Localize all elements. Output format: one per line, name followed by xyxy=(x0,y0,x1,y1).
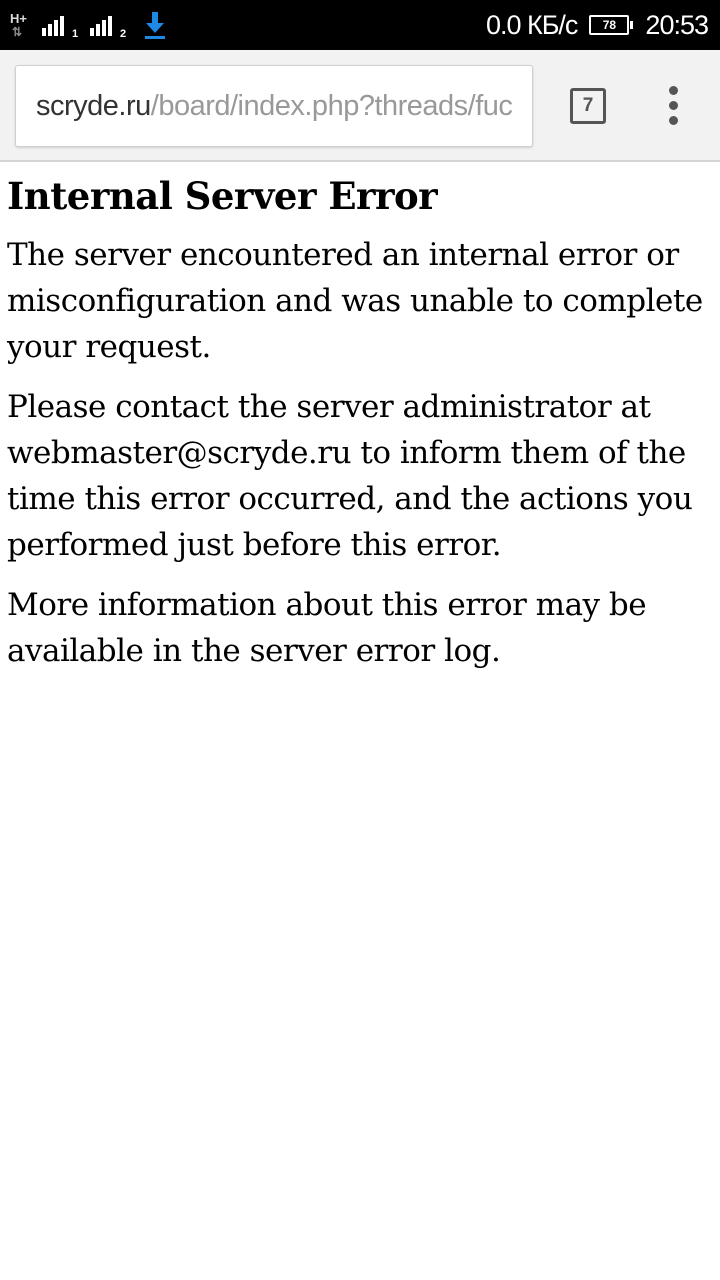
status-bar: H+ ⇅ 1 2 0.0 КБ/с 78 20:53 xyxy=(0,0,720,50)
status-bar-right: 0.0 КБ/с 78 20:53 xyxy=(485,0,709,50)
url-text[interactable]: scryde.ru/board/index.php?threads/fuck xyxy=(36,66,512,146)
url-path: /board/index.php?threads/fuck xyxy=(150,90,512,122)
tab-switcher-button[interactable]: 7 xyxy=(570,88,606,124)
battery-icon: 78 xyxy=(589,15,634,35)
page-content: Internal Server Error The server encount… xyxy=(7,162,707,674)
network-type-indicator: H+ ⇅ xyxy=(10,10,34,40)
download-icon xyxy=(145,12,165,39)
data-speed: 0.0 КБ/с xyxy=(485,9,578,40)
address-bar[interactable]: scryde.ru/board/index.php?threads/fuck xyxy=(15,65,533,147)
network-type-label: H+ xyxy=(10,11,27,26)
battery-level: 78 xyxy=(602,18,617,32)
clock: 20:53 xyxy=(645,9,709,40)
sim2-label: 2 xyxy=(120,28,127,40)
browser-toolbar: scryde.ru/board/index.php?threads/fuck 7 xyxy=(0,50,720,162)
url-host: scryde.ru xyxy=(36,90,151,122)
overflow-menu-icon[interactable] xyxy=(660,86,688,126)
sim1-signal-icon: 1 xyxy=(42,10,82,40)
status-bar-left: H+ ⇅ 1 2 xyxy=(10,8,168,42)
page-title: Internal Server Error xyxy=(7,174,438,218)
error-description: The server encountered an internal error… xyxy=(7,237,703,365)
error-log-text: More information about this error may be… xyxy=(7,587,647,669)
sim1-label: 1 xyxy=(72,28,79,40)
data-activity-icon: ⇅ xyxy=(12,25,22,39)
contact-admin-text: Please contact the server administrator … xyxy=(7,389,693,563)
sim2-signal-icon: 2 xyxy=(90,10,130,40)
